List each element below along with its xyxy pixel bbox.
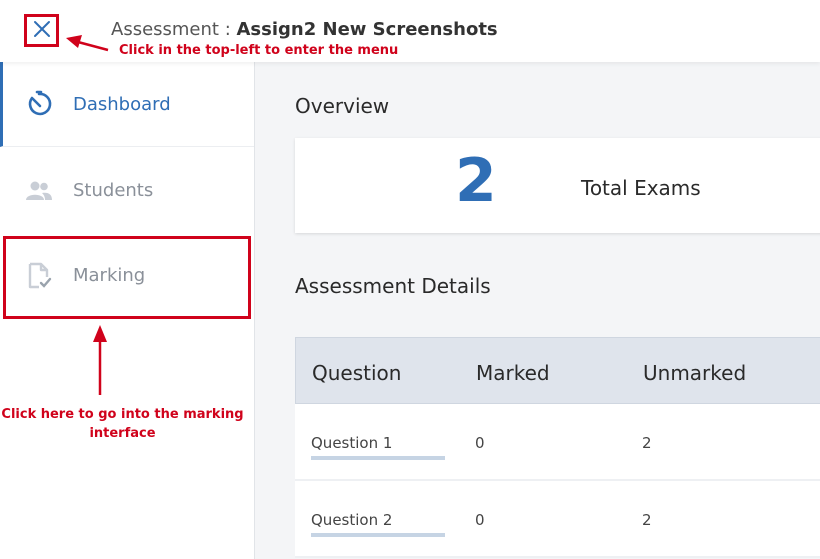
annotation-bottom: Click here to go into the marking interf… [1,407,244,441]
sidebar-item-marking[interactable]: Marking [0,233,254,318]
marked-count: 0 [475,434,485,452]
table-row: Question 1 0 2 [295,404,820,481]
close-icon [33,20,51,42]
table-row: Question 2 0 2 [295,481,820,558]
sidebar-item-label: Students [73,180,154,201]
column-header-marked: Marked [476,361,550,385]
assessment-details-table: Question Marked Unmarked Question 1 0 2 … [295,337,820,558]
assessment-name: Assign2 New Screenshots [236,19,498,40]
sidebar: Dashboard Students Marking Click here to… [0,62,255,559]
sidebar-item-students[interactable]: Students [0,148,254,233]
stopwatch-icon [24,89,54,119]
question-link[interactable]: Question 1 [311,434,392,452]
marked-count: 0 [475,511,485,529]
question-underline [311,456,445,460]
users-icon [24,176,54,206]
main-content: Overview 2 Total Exams Assessment Detail… [255,62,820,559]
total-exams-label: Total Exams [581,176,701,200]
sidebar-item-dashboard[interactable]: Dashboard [0,62,254,147]
top-bar: Assessment : Assign2 New Screenshots Cli… [0,0,820,62]
overview-title: Overview [295,94,390,118]
page-title: Assessment : Assign2 New Screenshots [111,19,498,40]
column-header-question: Question [312,361,402,385]
assessment-details-title: Assessment Details [295,274,491,298]
question-link[interactable]: Question 2 [311,511,392,529]
table-header: Question Marked Unmarked [295,337,820,404]
annotation-top: Click in the top-left to enter the menu [119,43,399,58]
sidebar-item-label: Dashboard [73,93,171,115]
document-check-icon [24,261,54,291]
unmarked-count: 2 [642,434,652,452]
total-exams-value: 2 [455,146,497,216]
unmarked-count: 2 [642,511,652,529]
sidebar-item-label: Marking [73,265,146,286]
title-prefix: Assessment : [111,19,231,40]
close-menu-button[interactable] [24,14,59,47]
column-header-unmarked: Unmarked [643,361,747,385]
question-underline [311,533,445,537]
stat-card: 2 Total Exams [295,138,820,233]
